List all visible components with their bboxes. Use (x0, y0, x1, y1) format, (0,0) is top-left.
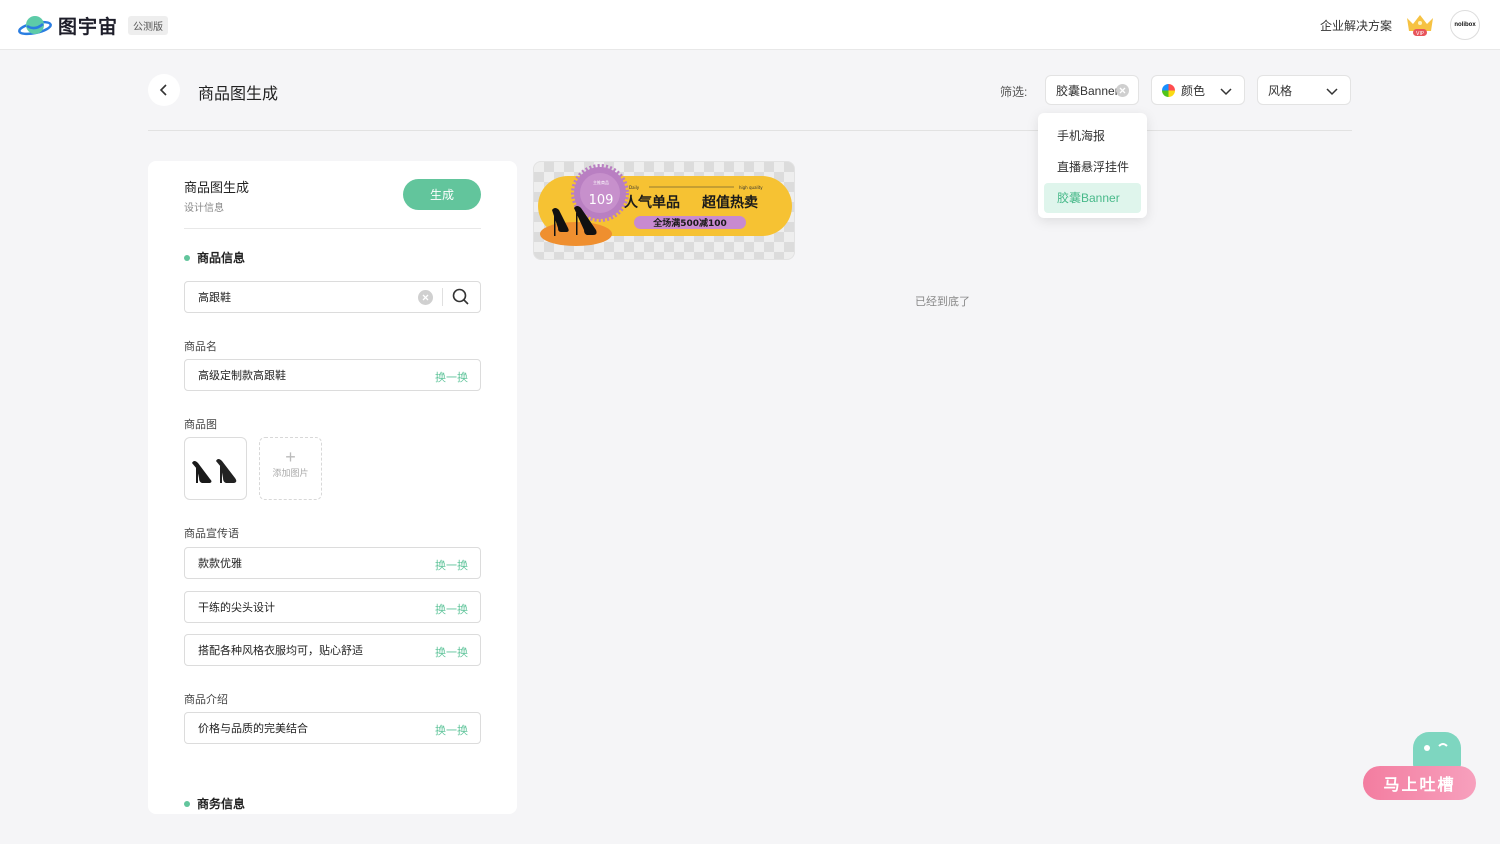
dropdown-item-live-widget[interactable]: 直播悬浮挂件 (1044, 152, 1141, 182)
user-avatar[interactable]: nolibox (1450, 10, 1480, 40)
enterprise-solutions-link[interactable]: 企业解决方案 (1320, 17, 1392, 34)
product-name-label: 商品名 (184, 341, 217, 353)
planet-logo-icon (18, 13, 52, 39)
filter-color-label: 颜色 (1181, 83, 1206, 98)
filter-type-value: 胶囊Banner (1056, 83, 1119, 98)
plus-icon: + (285, 447, 296, 467)
app-name: 图宇宙 (58, 17, 119, 38)
filter-label: 筛选: (1000, 85, 1028, 99)
search-value: 高跟鞋 (198, 292, 231, 304)
intro-value: 价格与品质的完美结合 (198, 723, 308, 735)
banner-headline-b: 超值热卖 (701, 194, 758, 211)
product-name-value: 高级定制款高跟鞋 (198, 370, 286, 382)
product-image-label: 商品图 (184, 419, 217, 431)
dropdown-item-phone-poster[interactable]: 手机海报 (1044, 121, 1141, 151)
intro-field[interactable]: 价格与品质的完美结合 换一换 (184, 712, 481, 744)
filter-type-select[interactable]: 胶囊Banner (1045, 75, 1139, 105)
design-info-panel: 商品图生成 设计信息 生成 商品信息 高跟鞋 商品名 高级定制款高跟鞋 换一换 … (148, 161, 517, 814)
swap-slogan-3-link[interactable]: 换一换 (435, 644, 468, 660)
chevron-left-icon (159, 84, 167, 96)
generate-button[interactable]: 生成 (403, 179, 481, 210)
product-name-field[interactable]: 高级定制款高跟鞋 换一换 (184, 359, 481, 391)
banner-tag: 主推商品 (593, 179, 609, 185)
swap-slogan-2-link[interactable]: 换一换 (435, 601, 468, 617)
dropdown-item-capsule-banner[interactable]: 胶囊Banner (1044, 183, 1141, 213)
clear-filter-icon[interactable] (1116, 84, 1129, 97)
header-divider (148, 130, 1352, 131)
panel-title: 商品图生成 (184, 180, 250, 195)
add-image-button[interactable]: + 添加图片 (259, 437, 322, 500)
capsule-banner-result[interactable]: 主推商品 109 Daily high quality 人气单品 超值热卖 全场… (533, 161, 795, 260)
banner-badge-number: 109 (589, 193, 614, 208)
vip-text: VIP (1416, 31, 1424, 37)
swap-slogan-1-link[interactable]: 换一换 (435, 557, 468, 573)
type-dropdown-menu: 手机海报 直播悬浮挂件 胶囊Banner (1038, 113, 1147, 218)
top-navbar: 图宇宙 公测版 企业解决方案 VIP nolibox (0, 0, 1500, 50)
panel-subtitle: 设计信息 (184, 203, 224, 214)
chevron-down-icon (1326, 88, 1338, 96)
slogan-value-2: 干练的尖头设计 (198, 602, 275, 614)
slogan-field-2[interactable]: 干练的尖头设计 换一换 (184, 591, 481, 623)
section-dot (184, 254, 190, 261)
banner-headline-a: 人气单品 (624, 194, 680, 211)
swap-name-link[interactable]: 换一换 (435, 369, 468, 385)
banner-daily: Daily (629, 185, 640, 190)
back-button[interactable] (148, 74, 180, 106)
product-search-input[interactable]: 高跟鞋 (184, 281, 481, 313)
product-image-thumbnail[interactable] (184, 437, 247, 500)
color-wheel-icon (1162, 83, 1175, 97)
add-image-label: 添加图片 (272, 468, 309, 478)
slogan-field-3[interactable]: 搭配各种风格衣服均可，贴心舒适 换一换 (184, 634, 481, 666)
slogan-value-3: 搭配各种风格衣服均可，贴心舒适 (198, 645, 363, 657)
feedback-widget[interactable]: 马上吐槽 (1363, 732, 1477, 802)
end-of-list-text: 已经到底了 (915, 296, 970, 308)
banner-image: 主推商品 109 Daily high quality 人气单品 超值热卖 全场… (538, 164, 792, 246)
feedback-button[interactable]: 马上吐槽 (1363, 766, 1476, 800)
slogan-label: 商品宣传语 (184, 528, 239, 540)
filter-style-select[interactable]: 风格 (1257, 75, 1351, 105)
section-product-info: 商品信息 (184, 249, 245, 266)
high-heels-image (191, 458, 236, 483)
filter-color-select[interactable]: 颜色 (1151, 75, 1245, 105)
page-title: 商品图生成 (198, 86, 279, 103)
section-business-title: 商务信息 (197, 797, 246, 811)
filter-style-label: 风格 (1268, 83, 1293, 98)
section-product-title: 商品信息 (197, 251, 246, 265)
clear-search-icon[interactable] (418, 290, 433, 305)
beta-badge: 公测版 (128, 16, 169, 35)
banner-quality: high quality (739, 185, 763, 190)
banner-promo: 全场满500减100 (652, 217, 727, 229)
intro-label: 商品介绍 (184, 694, 228, 706)
search-icon[interactable] (451, 287, 471, 307)
chevron-down-icon (1220, 88, 1232, 96)
vip-crown-icon[interactable]: VIP (1404, 12, 1436, 38)
logo[interactable]: 图宇宙 公测版 (18, 12, 169, 39)
slogan-field-1[interactable]: 款款优雅 换一换 (184, 547, 481, 579)
search-separator (442, 288, 443, 306)
slogan-value-1: 款款优雅 (198, 558, 242, 570)
swap-intro-link[interactable]: 换一换 (435, 722, 468, 738)
section-dot (184, 800, 190, 807)
section-business-info: 商务信息 (184, 795, 245, 812)
panel-divider (184, 228, 481, 229)
